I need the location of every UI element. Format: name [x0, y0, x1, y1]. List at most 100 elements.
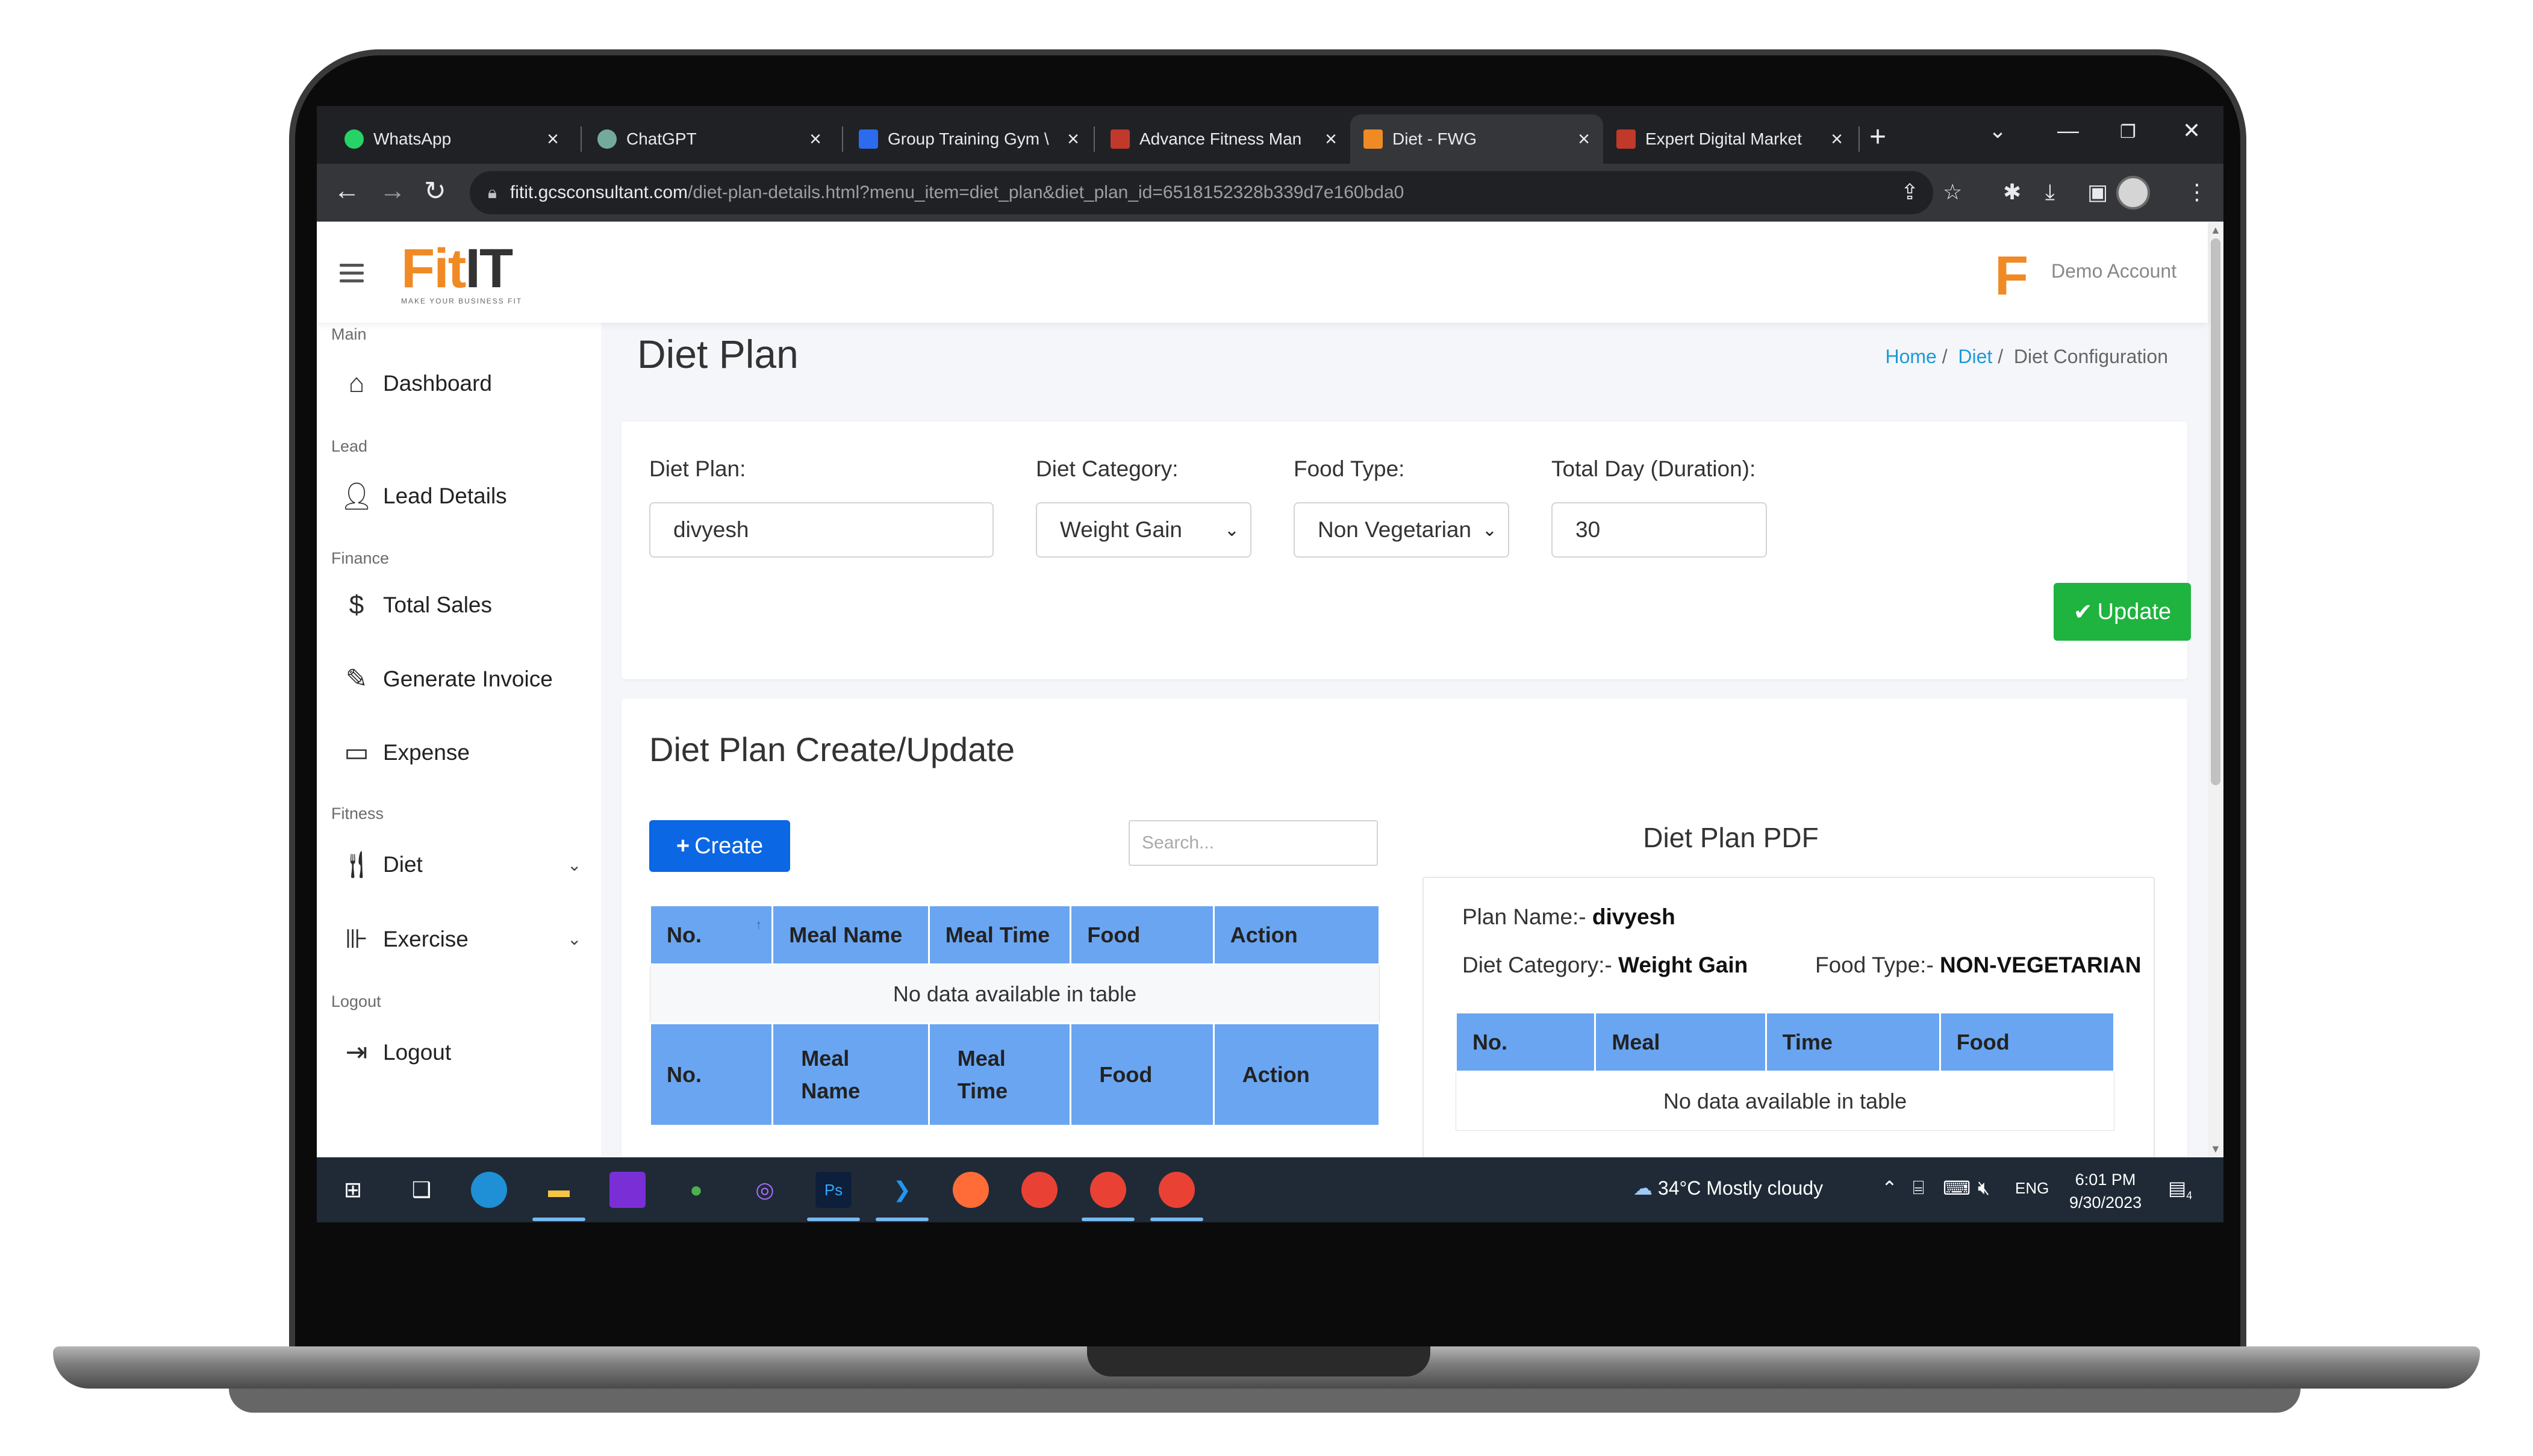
pdf-col-no: No. — [1454, 1012, 1597, 1072]
empty-table-message: No data available in table — [650, 964, 1380, 1024]
page-scrollbar[interactable]: ▲ ▼ — [2208, 222, 2223, 1157]
close-icon[interactable]: × — [1325, 128, 1337, 151]
chevron-up-icon[interactable]: ⌃ — [1881, 1177, 1898, 1199]
tab-expert-digital[interactable]: Expert Digital Market × — [1603, 114, 1856, 164]
restore-button[interactable]: ❐ — [2120, 122, 2136, 143]
app-header: FitIT MAKE YOUR BUSINESS FIT F Demo Acco… — [317, 222, 2208, 323]
new-tab-button[interactable]: + — [1869, 120, 1886, 154]
sidebar-item-dashboard[interactable]: ⌂ Dashboard — [338, 369, 492, 399]
section-finance: Finance — [331, 549, 390, 567]
check-icon: ✔ — [2073, 599, 2093, 625]
close-window-button[interactable]: ✕ — [2182, 118, 2201, 143]
duration-input[interactable]: 30 — [1551, 502, 1767, 558]
plus-icon: + — [676, 833, 690, 859]
extensions-icon[interactable]: ✱ — [2003, 179, 2021, 205]
pdf-preview: Plan Name:- divyesh Diet Category:- Weig… — [1422, 877, 2155, 1178]
close-icon[interactable]: × — [1831, 128, 1843, 151]
chevron-down-icon: ⌄ — [567, 855, 582, 874]
back-button[interactable]: ← — [334, 176, 360, 206]
laptop-screen: WhatsApp × ChatGPT × Group Training Gym … — [317, 106, 2223, 1222]
chrome-icon[interactable] — [1021, 1172, 1058, 1208]
col-no[interactable]: No. ↑ — [649, 904, 774, 965]
photoshop-icon[interactable]: Ps — [815, 1172, 852, 1208]
windows-start-icon[interactable]: ⊞ — [335, 1172, 371, 1208]
bookmark-star-icon[interactable]: ☆ — [1943, 179, 1962, 205]
chevron-down-icon: ⌄ — [1481, 520, 1497, 540]
profile-avatar[interactable] — [2116, 176, 2150, 210]
diet-category-select[interactable]: Weight Gain ⌄ — [1036, 502, 1251, 558]
scrollbar-thumb[interactable] — [2211, 238, 2220, 785]
url-path: /diet-plan-details.html?menu_item=diet_p… — [688, 182, 1404, 202]
language-indicator[interactable]: ENG — [2015, 1179, 2049, 1198]
scroll-down-arrow[interactable]: ▼ — [2210, 1143, 2221, 1156]
minimize-button[interactable]: — — [2057, 118, 2079, 143]
pdf-col-food: Food — [1939, 1012, 2116, 1072]
sidebar-item-logout[interactable]: ⇥ Logout — [338, 1037, 452, 1068]
tab-group-training[interactable]: Group Training Gym \ × — [846, 114, 1092, 164]
close-icon[interactable]: × — [1578, 128, 1590, 151]
page-title: Diet Plan — [637, 332, 799, 376]
tab-search-icon[interactable]: ⌄ — [1989, 118, 2007, 143]
sidebar-item-expense[interactable]: ▭ Expense — [338, 737, 470, 768]
pdf-diet-category: Diet Category:- Weight Gain — [1462, 953, 1748, 977]
chrome-profile-icon[interactable] — [1090, 1172, 1126, 1208]
xampp-icon[interactable] — [609, 1172, 646, 1208]
app-viewport: FitIT MAKE YOUR BUSINESS FIT F Demo Acco… — [317, 222, 2208, 1180]
col-food[interactable]: Food — [1070, 904, 1215, 965]
close-icon[interactable]: × — [547, 128, 559, 151]
edge-icon[interactable] — [471, 1172, 507, 1208]
account-name[interactable]: Demo Account — [2051, 260, 2176, 282]
github-desktop-icon[interactable]: ◎ — [747, 1172, 783, 1208]
create-button[interactable]: + Create — [649, 820, 790, 872]
chevron-down-icon: ⌄ — [567, 930, 582, 948]
breadcrumb-diet[interactable]: Diet — [1958, 346, 1992, 367]
download-icon[interactable]: ⤓ — [2045, 179, 2055, 205]
food-type-select[interactable]: Non Vegetarian ⌄ — [1294, 502, 1509, 558]
tab-advance-fitness[interactable]: Advance Fitness Man × — [1097, 114, 1350, 164]
col-action[interactable]: Action — [1212, 904, 1381, 965]
weather-widget[interactable]: ☁ 34°C Mostly cloudy — [1633, 1177, 1823, 1199]
search-input[interactable]: Search... — [1129, 820, 1378, 866]
tab-whatsapp[interactable]: WhatsApp × — [331, 114, 572, 164]
update-button[interactable]: ✔ Update — [2054, 583, 2191, 641]
reload-button[interactable]: ↻ — [424, 176, 446, 207]
share-icon[interactable]: ⇪ — [1901, 179, 1919, 205]
scroll-up-arrow[interactable]: ▲ — [2210, 224, 2221, 237]
vscode-icon[interactable]: ❯ — [884, 1172, 920, 1208]
close-icon[interactable]: × — [1067, 128, 1079, 151]
col-meal-time[interactable]: Meal Time — [927, 904, 1072, 965]
col-meal-name[interactable]: Meal Name — [771, 904, 930, 965]
hamburger-menu-icon[interactable] — [340, 264, 364, 287]
sidebar-item-generate-invoice[interactable]: ✎ Generate Invoice — [338, 664, 553, 694]
volume-muted-icon[interactable]: 🔇︎ — [1978, 1177, 1990, 1199]
network-icon[interactable]: ⌨ — [1943, 1177, 1971, 1199]
usb-icon[interactable]: ⌸ — [1913, 1177, 1924, 1199]
foot-meal-name: Meal Name — [771, 1022, 930, 1127]
foot-food: Food — [1070, 1022, 1215, 1127]
postman-icon[interactable] — [953, 1172, 989, 1208]
tab-chatgpt[interactable]: ChatGPT × — [584, 114, 835, 164]
sidebar-item-total-sales[interactable]: $ Total Sales — [338, 590, 492, 620]
foot-action: Action — [1212, 1022, 1381, 1127]
sidebar-item-diet[interactable]: 🍴︎ Diet ⌄ — [338, 849, 581, 880]
account-logo[interactable]: F — [1995, 248, 2028, 303]
chrome-profile-icon[interactable] — [1159, 1172, 1195, 1208]
forward-button[interactable]: → — [379, 176, 406, 206]
fitness-icon — [1111, 129, 1130, 149]
clock[interactable]: 6:01 PM 9/30/2023 — [2069, 1168, 2142, 1214]
side-panel-icon[interactable]: ▣ — [2087, 179, 2108, 205]
tab-diet-fwg[interactable]: Diet - FWG × — [1350, 114, 1603, 164]
pdf-plan-name: Plan Name:- divyesh — [1462, 904, 1675, 929]
file-explorer-icon[interactable]: ▬ — [541, 1172, 577, 1208]
close-icon[interactable]: × — [809, 128, 821, 151]
breadcrumb-home[interactable]: Home — [1885, 346, 1936, 367]
notification-icon[interactable]: ▤4 — [2168, 1177, 2192, 1202]
mongodb-compass-icon[interactable]: ● — [678, 1172, 714, 1208]
task-view-icon[interactable]: ❑ — [403, 1172, 440, 1208]
sidebar-item-exercise[interactable]: ⊪ Exercise ⌄ — [338, 924, 582, 954]
address-bar[interactable]: 🔒︎ fitit.gcsconsultant.com /diet-plan-de… — [470, 171, 1933, 214]
sidebar-item-lead-details[interactable]: 👤︎ Lead Details — [338, 481, 507, 512]
fitit-logo[interactable]: FitIT MAKE YOUR BUSINESS FIT — [401, 237, 522, 305]
menu-kebab-icon[interactable]: ⋮ — [2186, 179, 2208, 205]
diet-plan-input[interactable]: divyesh — [649, 502, 994, 558]
